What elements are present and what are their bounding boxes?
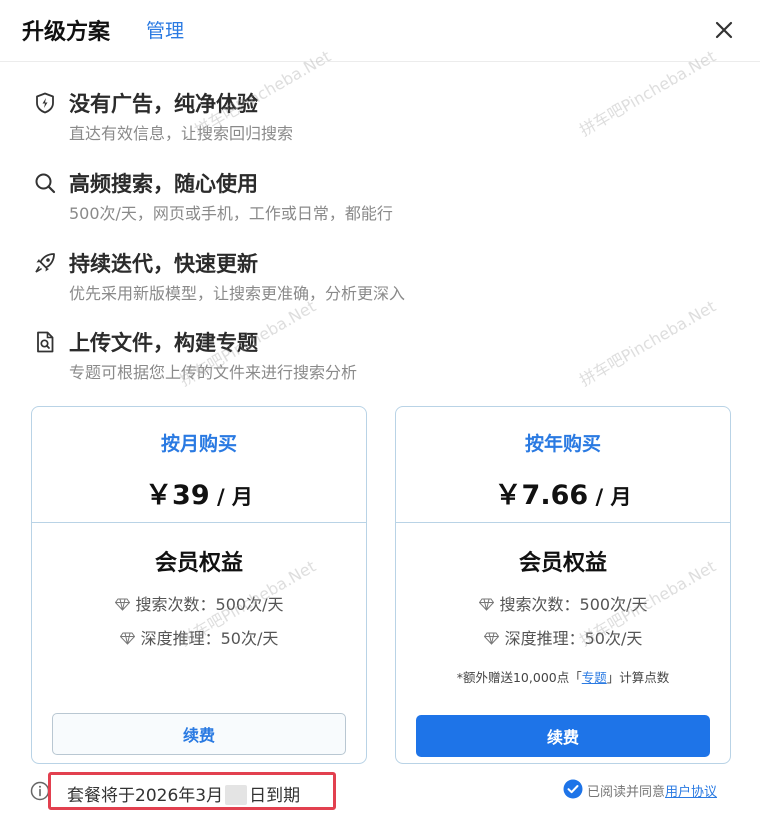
plan-card-header: 按月购买 ￥39 / 月 [32, 407, 366, 523]
plan-price: ￥39 / 月 [32, 473, 366, 512]
feature-subtitle: 优先采用新版模型，让搜索更准确，分析更深入 [69, 284, 406, 303]
feature-subtitle: 500次/天，网页或手机，工作或日常，都能行 [69, 204, 393, 223]
bonus-note-prefix: *额外赠送10,000点「 [456, 670, 582, 685]
feature-subtitle: 专题可根据您上传的文件来进行搜索分析 [69, 363, 358, 382]
feature-subtitle: 直达有效信息，让搜索回归搜索 [69, 124, 294, 143]
dialog-title: 升级方案 [22, 20, 111, 45]
plan-price-amount: ￥7.66 [494, 480, 589, 511]
bonus-points-note: *额外赠送10,000点「专题」计算点数 [396, 667, 730, 686]
expiration-notice: 套餐将于2026年3月 日到期 [30, 772, 336, 812]
benefit-label: 搜索次数：500次/天 [499, 595, 648, 614]
close-icon[interactable] [710, 16, 738, 44]
plan-price-amount: ￥39 [145, 480, 210, 511]
bonus-note-suffix: 」计算点数 [606, 670, 670, 685]
manage-link[interactable]: 管理 [146, 16, 184, 43]
search-icon [35, 173, 56, 194]
feature-title: 没有广告，纯净体验 [69, 92, 258, 116]
feature-title: 高频搜索，随心使用 [69, 172, 258, 196]
benefits-title: 会员权益 [518, 551, 607, 576]
feature-title: 持续迭代，快速更新 [69, 252, 258, 276]
check-circle-icon[interactable] [563, 779, 583, 799]
renew-button-yearly[interactable]: 续费 [416, 715, 710, 757]
diamond-icon [114, 598, 130, 611]
expiration-text: 套餐将于2026年3月 日到期 [67, 781, 300, 806]
plan-name: 按年购买 [524, 433, 601, 455]
diamond-icon [483, 632, 499, 645]
info-icon [30, 781, 50, 801]
plan-card-header: 按年购买 ￥7.66 / 月 [396, 407, 730, 523]
agreement-label: 已阅读并同意 [587, 785, 666, 800]
expiration-prefix: 套餐将于2026年3月 [67, 786, 224, 806]
diamond-icon [478, 598, 494, 611]
plan-name: 按月购买 [160, 433, 237, 455]
plan-price-unit: / 月 [588, 485, 632, 509]
diamond-icon [119, 632, 135, 645]
shield-icon [36, 92, 54, 114]
plan-price-unit: / 月 [209, 485, 253, 509]
rocket-icon [35, 253, 55, 273]
benefit-item: 搜索次数：500次/天 [396, 591, 730, 615]
plan-price: ￥7.66 / 月 [396, 473, 730, 512]
benefits-title: 会员权益 [154, 551, 243, 576]
benefit-item: 深度推理：50次/天 [396, 625, 730, 649]
renew-button-monthly[interactable]: 续费 [52, 713, 346, 755]
watermark: 拼车吧Pincheba.Net [576, 296, 720, 390]
benefit-item: 深度推理：50次/天 [32, 625, 366, 649]
dialog-header: 升级方案 管理 [0, 0, 760, 62]
file-search-icon [37, 331, 54, 353]
user-agreement-link[interactable]: 用户协议 [665, 785, 717, 800]
topic-link[interactable]: 专题 [582, 670, 607, 685]
plan-card-yearly[interactable]: 按年购买 ￥7.66 / 月 会员权益 搜索次数：500次/天 深度推理：50次… [395, 406, 731, 764]
agreement-text: 已阅读并同意用户协议 [587, 781, 717, 800]
benefit-label: 搜索次数：500次/天 [135, 595, 284, 614]
redacted-day [225, 785, 248, 805]
expiration-highlight-box: 套餐将于2026年3月 日到期 [48, 772, 336, 810]
benefit-item: 搜索次数：500次/天 [32, 591, 366, 615]
feature-title: 上传文件，构建专题 [69, 331, 258, 355]
plan-card-monthly[interactable]: 按月购买 ￥39 / 月 会员权益 搜索次数：500次/天 深度推理：50次/天… [31, 406, 367, 764]
benefit-label: 深度推理：50次/天 [504, 629, 643, 648]
expiration-suffix: 日到期 [249, 786, 301, 806]
benefit-label: 深度推理：50次/天 [140, 629, 279, 648]
